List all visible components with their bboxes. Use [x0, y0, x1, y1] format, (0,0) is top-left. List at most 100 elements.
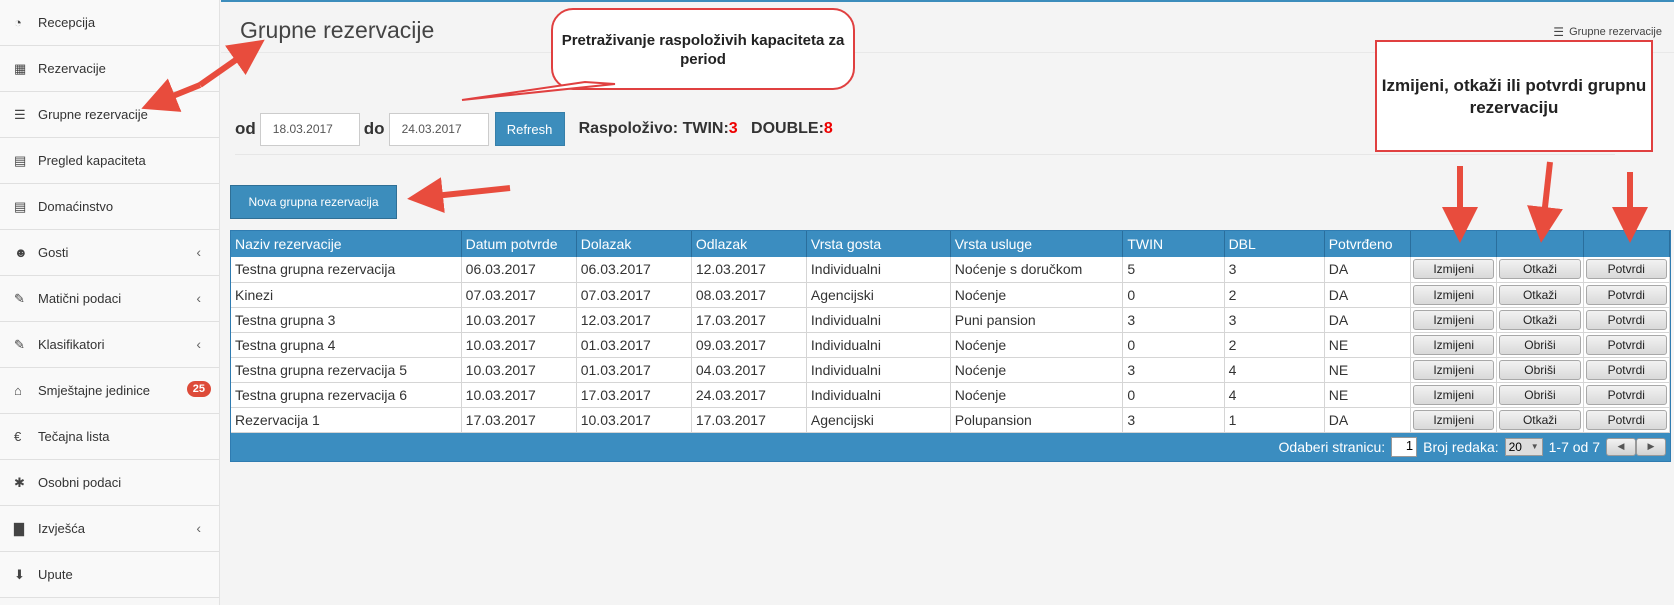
confirm-button[interactable]: Potvrdi — [1585, 409, 1667, 430]
prev-page-button[interactable]: ◀ — [1606, 437, 1636, 456]
next-page-button[interactable]: ▶ — [1636, 437, 1666, 456]
page-number-input[interactable]: 1 — [1391, 436, 1418, 457]
column-header[interactable] — [1410, 231, 1498, 257]
sidebar-item-label: Matični podaci — [38, 291, 122, 306]
cancel-button[interactable]: Otkaži — [1499, 409, 1581, 430]
edit-button[interactable]: Izmijeni — [1413, 359, 1495, 380]
confirm-button[interactable]: Potvrdi — [1585, 284, 1667, 305]
confirm-button[interactable]: Potvrdi — [1585, 334, 1667, 355]
sidebar-item-osobni-podaci[interactable]: ✱ Osobni podaci — [0, 460, 219, 506]
edit-button[interactable]: Izmijeni — [1413, 334, 1495, 355]
sidebar-item-grupne-rezervacije[interactable]: ☰ Grupne rezervacije — [0, 92, 219, 138]
action-cell: Potvrdi — [1583, 357, 1671, 383]
sidebar-item-izvje-a[interactable]: ▇ Izvješća ‹ — [0, 506, 219, 552]
confirm-button[interactable]: Potvrdi — [1585, 359, 1667, 380]
cell-dbl: 3 — [1224, 307, 1325, 333]
cell-dbl: 4 — [1224, 382, 1325, 408]
confirm-button[interactable]: Potvrdi — [1585, 384, 1667, 405]
cell-confirmed-date: 10.03.2017 — [461, 307, 577, 333]
cell-guest-type: Individualni — [806, 257, 951, 283]
search-callout: Pretraživanje raspoloživih kapaciteta za… — [551, 8, 855, 90]
delete-button[interactable]: Obriši — [1499, 384, 1581, 405]
column-header[interactable]: TWIN — [1122, 231, 1225, 257]
action-cell: Potvrdi — [1583, 407, 1671, 433]
edit-button[interactable]: Izmijeni — [1413, 259, 1495, 280]
column-header[interactable]: Potvrđeno — [1324, 231, 1412, 257]
to-label: do — [363, 119, 385, 138]
from-date-input[interactable] — [259, 112, 360, 146]
cell-service: Noćenje s doručkom — [950, 257, 1124, 283]
to-date-input[interactable] — [388, 112, 489, 146]
pager: Odaberi stranicu: 1 Broj redaka: 20 ▼ 1-… — [231, 432, 1670, 461]
cell-confirmed-date: 06.03.2017 — [461, 257, 577, 283]
sidebar-item-pregled-kapaciteta[interactable]: ▤ Pregled kapaciteta — [0, 138, 219, 184]
cell-guest-type: Individualni — [806, 357, 951, 383]
sidebar-item-mati-ni-podaci[interactable]: ✎ Matični podaci ‹ — [0, 276, 219, 322]
delete-button[interactable]: Obriši — [1499, 359, 1581, 380]
table-row[interactable]: Testna grupna 3 10.03.2017 12.03.2017 17.03… — [231, 307, 1671, 333]
action-cell: Izmijeni — [1410, 307, 1498, 333]
table-row[interactable]: Testna grupna 4 10.03.2017 01.03.2017 09.03… — [231, 332, 1671, 358]
table-row[interactable]: Kinezi 07.03.2017 07.03.2017 08.03.2017 Agen… — [231, 282, 1671, 308]
action-cell: Izmijeni — [1410, 407, 1498, 433]
column-header[interactable]: Vrsta gosta — [806, 231, 951, 257]
column-header[interactable]: Vrsta usluge — [950, 231, 1124, 257]
column-header[interactable]: Datum potvrde — [461, 231, 577, 257]
chevron-left-icon: ‹ — [196, 336, 201, 352]
confirm-button[interactable]: Potvrdi — [1585, 309, 1667, 330]
refresh-button[interactable]: Refresh — [494, 112, 565, 146]
cell-guest-type: Individualni — [806, 382, 951, 408]
confirm-button[interactable]: Potvrdi — [1585, 259, 1667, 280]
sidebar-item-upute[interactable]: ⬇ Upute — [0, 552, 219, 598]
availability-summary: Raspoloživo: TWIN:3 DOUBLE:8 — [579, 120, 833, 138]
rows-label: Broj redaka: — [1423, 438, 1499, 455]
cell-twin: 3 — [1122, 357, 1225, 383]
rows-per-page-select[interactable]: 20 ▼ — [1504, 437, 1543, 456]
edit-button[interactable]: Izmijeni — [1413, 309, 1495, 330]
chevron-down-icon: ▼ — [1530, 442, 1539, 451]
column-header[interactable] — [1583, 231, 1671, 257]
action-cell: Otkaži — [1496, 407, 1584, 433]
table-row[interactable]: Testna grupna rezervacija 6 10.03.2017 17.… — [231, 382, 1671, 408]
sidebar-item-smje-tajne-jedinice[interactable]: ⌂ Smještajne jedinice 25 — [0, 368, 219, 414]
column-header[interactable]: Naziv rezervacije — [231, 231, 462, 257]
table-row[interactable]: Testna grupna rezervacija 5 10.03.2017 01.… — [231, 357, 1671, 383]
list-icon: ☰ — [1553, 25, 1565, 39]
triangle-right-icon: ▶ — [1647, 441, 1655, 451]
cancel-button[interactable]: Otkaži — [1499, 284, 1581, 305]
edit-button[interactable]: Izmijeni — [1413, 384, 1495, 405]
column-header[interactable] — [1496, 231, 1584, 257]
table-row[interactable]: Rezervacija 1 17.03.2017 10.03.2017 17.03.2… — [231, 407, 1671, 433]
cell-departure: 17.03.2017 — [691, 307, 807, 333]
sidebar-item-klasifikatori[interactable]: ✎ Klasifikatori ‹ — [0, 322, 219, 368]
sidebar-item-doma-instvo[interactable]: ▤ Domaćinstvo — [0, 184, 219, 230]
column-header[interactable]: Dolazak — [576, 231, 692, 257]
column-header[interactable]: Odlazak — [691, 231, 807, 257]
edit-button[interactable]: Izmijeni — [1413, 409, 1495, 430]
cancel-button[interactable]: Otkaži — [1499, 259, 1581, 280]
cell-twin: 0 — [1122, 382, 1225, 408]
sidebar-item-te-ajna-lista[interactable]: € Tečajna lista — [0, 414, 219, 460]
sidebar-item-recepcija[interactable]: ◔ Recepcija — [0, 0, 219, 46]
chevron-left-icon: ‹ — [196, 290, 201, 306]
cell-confirmed: DA — [1324, 307, 1412, 333]
breadcrumb[interactable]: ☰ Grupne rezervacije — [1553, 25, 1662, 39]
sidebar-item-gosti[interactable]: ☻ Gosti ‹ — [0, 230, 219, 276]
cell-confirmed-date: 10.03.2017 — [461, 332, 577, 358]
cell-confirmed-date: 10.03.2017 — [461, 357, 577, 383]
sidebar-item-rezervacije[interactable]: ▦ Rezervacije — [0, 46, 219, 92]
page-title: Grupne rezervacije — [240, 17, 435, 43]
action-cell: Izmijeni — [1410, 357, 1498, 383]
twin-label: TWIN: — [682, 120, 729, 137]
edit-button[interactable]: Izmijeni — [1413, 284, 1495, 305]
table-row[interactable]: Testna grupna rezervacija 06.03.2017 06.03… — [231, 257, 1671, 283]
from-label: od — [235, 119, 256, 138]
list-alt-icon: ▤ — [14, 198, 27, 214]
delete-button[interactable]: Obriši — [1499, 334, 1581, 355]
cell-arrival: 01.03.2017 — [576, 332, 692, 358]
cancel-button[interactable]: Otkaži — [1499, 309, 1581, 330]
action-cell: Obriši — [1496, 332, 1584, 358]
cell-departure: 09.03.2017 — [691, 332, 807, 358]
new-group-reservation-button[interactable]: Nova grupna rezervacija — [230, 185, 397, 219]
column-header[interactable]: DBL — [1224, 231, 1325, 257]
